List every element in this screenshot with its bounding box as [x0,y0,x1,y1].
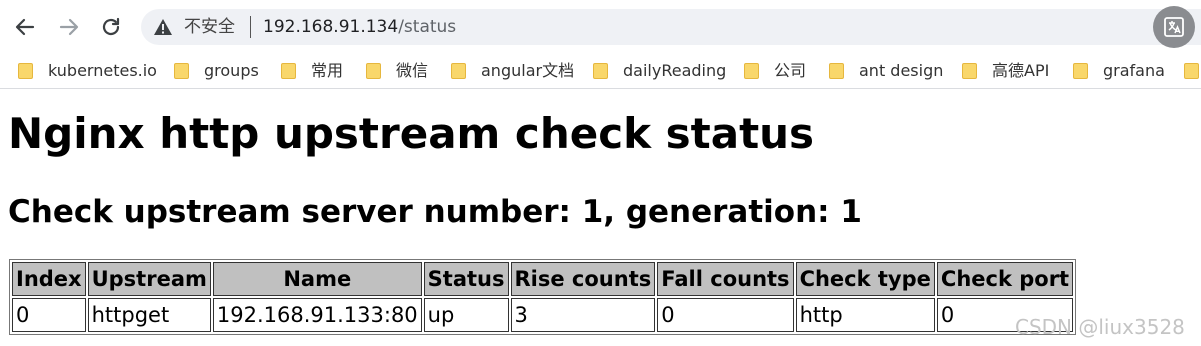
bookmark-grafana[interactable]: grafana [1073,58,1165,84]
bookmark-dailyreading[interactable]: dailyReading [593,58,726,84]
watermark: CSDN @liux3528 [1015,315,1185,339]
url-host: 192.168.91.134 [263,17,399,37]
cell-fall-counts: 0 [657,298,794,332]
folder-icon [744,63,759,79]
bookmark-label: 常用 [311,61,344,80]
bookmarks-bar: kubernetes.io groups 常用 微信 angular文档 dai… [0,54,1201,89]
folder-icon [174,63,189,79]
cell-rise-counts: 3 [510,298,656,332]
security-status-label[interactable]: 不安全 [184,15,235,39]
warning-triangle-icon[interactable] [153,17,173,37]
bookmark-label: 公司 [774,61,807,80]
url-text[interactable]: 192.168.91.134/status [263,15,456,39]
cell-index: 0 [12,298,86,332]
page-subtitle: Check upstream server number: 1, generat… [8,194,862,230]
bookmark-weixin[interactable]: 微信 [366,58,428,84]
bookmark-label: ant design [859,61,944,80]
column-header-status: Status [423,262,509,296]
cell-status: up [423,298,509,332]
bookmark-company[interactable]: 公司 [744,58,806,84]
folder-icon [18,63,33,79]
bookmark-overflow[interactable] [1184,58,1201,84]
upstream-status-table: Index Upstream Name Status Rise counts F… [9,259,1077,335]
bookmark-label: 高德API [992,61,1050,80]
column-header-index: Index [12,262,86,296]
column-header-fall-counts: Fall counts [657,262,794,296]
bookmark-groups[interactable]: groups [174,58,259,84]
translate-button[interactable] [1153,6,1195,48]
bookmark-label: angular文档 [481,61,575,80]
bookmark-gaode-api[interactable]: 高德API [962,58,1049,84]
column-header-rise-counts: Rise counts [510,262,656,296]
column-header-check-type: Check type [795,262,935,296]
forward-button[interactable] [54,12,84,42]
table-header-row: Index Upstream Name Status Rise counts F… [12,262,1074,296]
folder-icon [1184,63,1199,79]
column-header-name: Name [212,262,422,296]
bookmark-label: grafana [1103,61,1165,80]
folder-icon [829,63,844,79]
folder-icon [593,63,608,79]
cell-name: 192.168.91.133:80 [212,298,422,332]
bookmark-angular[interactable]: angular文档 [451,58,574,84]
bookmark-changyong[interactable]: 常用 [281,58,343,84]
reload-icon [102,17,120,36]
cell-check-type: http [795,298,935,332]
bookmark-label: 微信 [396,61,429,80]
page-title: Nginx http upstream check status [8,109,815,158]
bookmark-ant-design[interactable]: ant design [829,58,943,84]
bookmark-kubernetes[interactable]: kubernetes.io [18,58,157,84]
column-header-check-port: Check port [936,262,1074,296]
column-header-upstream: Upstream [87,262,211,296]
back-button[interactable] [10,12,40,42]
table-row: 0 httpget 192.168.91.133:80 up 3 0 http … [12,298,1074,332]
cell-upstream: httpget [87,298,211,332]
reload-button[interactable] [96,12,126,42]
arrow-right-icon [59,18,79,36]
folder-icon [281,63,296,79]
folder-icon [366,63,381,79]
arrow-left-icon [15,18,35,36]
folder-icon [1073,63,1088,79]
bookmark-label: kubernetes.io [48,61,157,80]
translate-icon [1164,17,1184,37]
address-separator [250,16,251,38]
folder-icon [962,63,977,79]
bookmark-label: groups [204,61,259,80]
bookmark-label: dailyReading [623,61,727,80]
folder-icon [451,63,466,79]
url-path: /status [398,17,457,37]
browser-toolbar: 不安全 192.168.91.134/status [0,0,1201,54]
